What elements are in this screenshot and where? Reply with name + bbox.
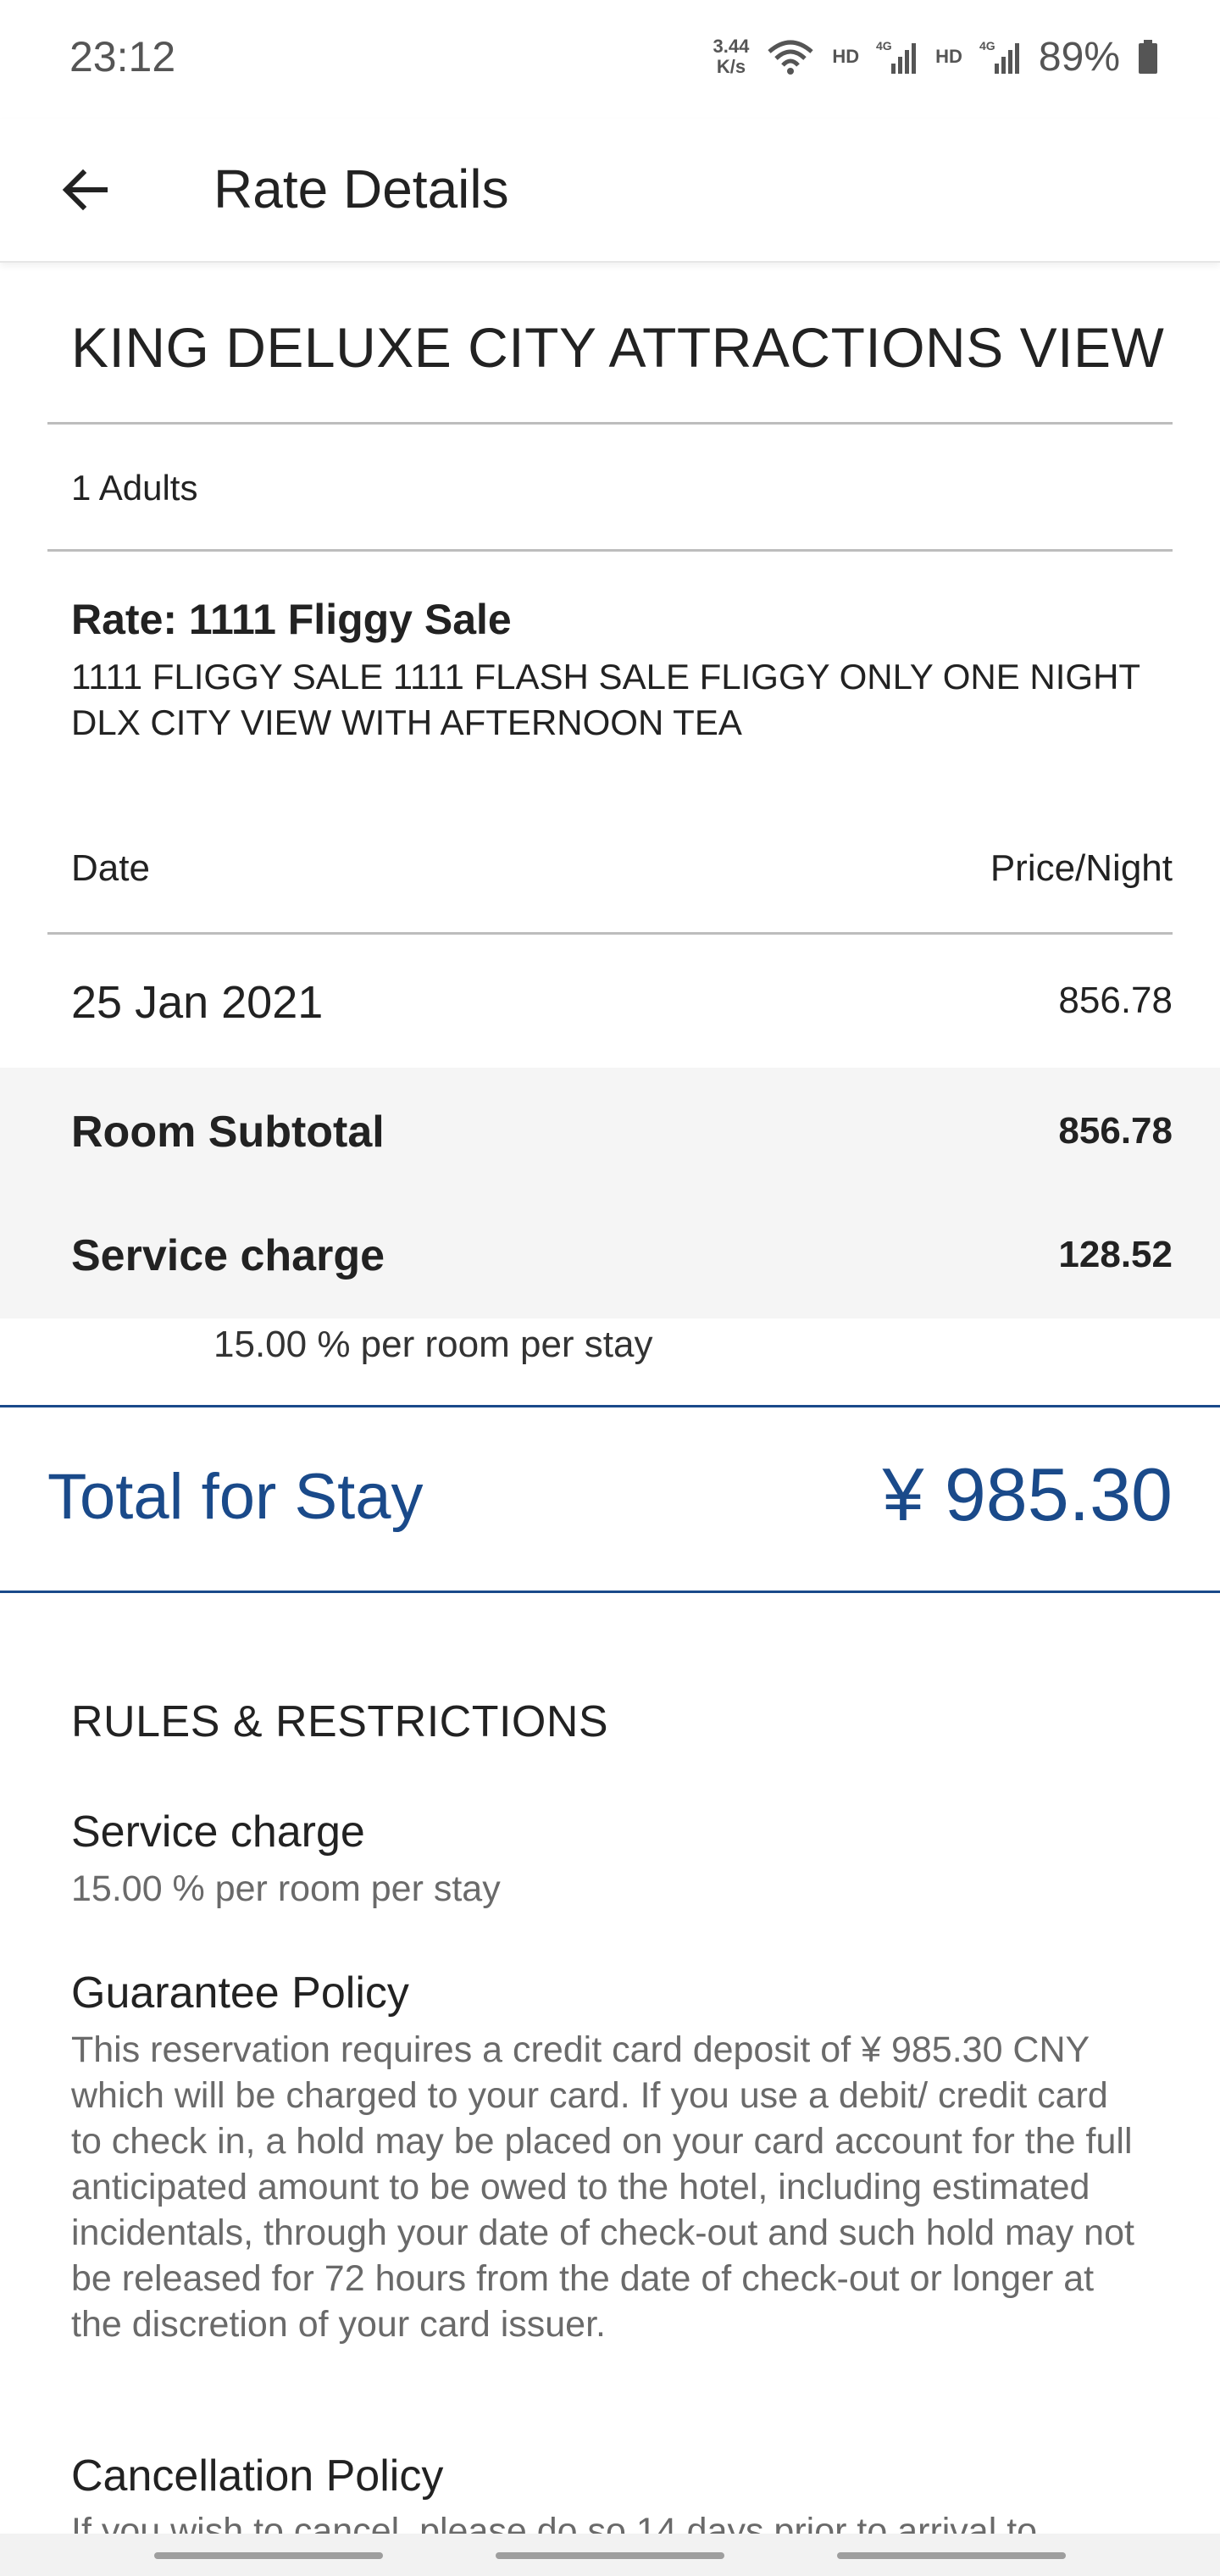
page-title: Rate Details <box>214 158 509 219</box>
service-charge-note: 15.00 % per room per stay <box>214 1324 653 1365</box>
rule-title: Cancellation Policy <box>71 2451 444 2501</box>
svg-text:4G: 4G <box>979 39 995 53</box>
row-date: 25 Jan 2021 <box>71 977 324 1028</box>
total-value: ¥ 985.30 <box>882 1452 1173 1536</box>
hd-label-1: HD <box>832 46 860 67</box>
service-charge-value: 128.52 <box>1058 1234 1173 1275</box>
battery-icon <box>1137 38 1159 75</box>
summary-box: Room Subtotal 856.78 Service charge 128.… <box>0 1068 1220 1319</box>
arrow-left-icon <box>62 169 108 211</box>
battery-percentage: 89% <box>1038 34 1120 80</box>
rule-title: Service charge <box>71 1807 365 1857</box>
network-speed-value: 3.44 <box>713 36 750 57</box>
room-subtotal-value: 856.78 <box>1058 1110 1173 1152</box>
rate-description: 1111 FLIGGY SALE 1111 FLASH SALE FLIGGY … <box>71 657 1140 742</box>
rules-heading: RULES & RESTRICTIONS <box>71 1697 609 1746</box>
app-bar: Rate Details <box>0 119 1220 263</box>
svg-text:4G: 4G <box>876 39 892 53</box>
total-for-stay: Total for Stay ¥ 985.30 <box>0 1405 1220 1593</box>
guest-count: 1 Adults <box>71 468 198 508</box>
service-charge-label: Service charge <box>71 1231 385 1280</box>
rule-title: Guarantee Policy <box>71 1968 409 2018</box>
rule-text: 15.00 % per room per stay <box>71 1868 501 1909</box>
hd-label-2: HD <box>935 46 962 67</box>
rule-text: This reservation requires a credit card … <box>71 2029 1134 2345</box>
nav-recent-apps[interactable] <box>154 2552 383 2559</box>
network-speed: 3.44 K/s <box>713 36 750 77</box>
signal-icon-2: 4G <box>979 38 1022 75</box>
status-icons: 3.44 K/s HD 4G HD 4G 89% <box>713 27 1159 86</box>
wifi-icon <box>766 38 815 75</box>
network-speed-unit: K/s <box>716 56 746 77</box>
row-price: 856.78 <box>1058 980 1173 1021</box>
divider <box>47 422 1173 425</box>
column-header-date: Date <box>71 847 150 889</box>
room-title: KING DELUXE CITY ATTRACTIONS VIEW <box>71 316 1165 379</box>
status-time: 23:12 <box>69 33 176 80</box>
nav-home[interactable] <box>496 2552 724 2559</box>
column-header-price: Price/Night <box>990 847 1173 889</box>
divider <box>47 932 1173 935</box>
nav-back[interactable] <box>837 2552 1066 2559</box>
room-subtotal-label: Room Subtotal <box>71 1108 385 1157</box>
divider <box>47 549 1173 552</box>
system-navigation-bar <box>0 2534 1220 2576</box>
back-button[interactable] <box>44 149 125 230</box>
signal-icon: 4G <box>876 38 918 75</box>
total-label: Total for Stay <box>47 1461 424 1533</box>
rate-name: Rate: 1111 Fliggy Sale <box>71 596 512 643</box>
status-bar: 23:12 3.44 K/s HD 4G HD 4G 89% <box>0 0 1220 119</box>
